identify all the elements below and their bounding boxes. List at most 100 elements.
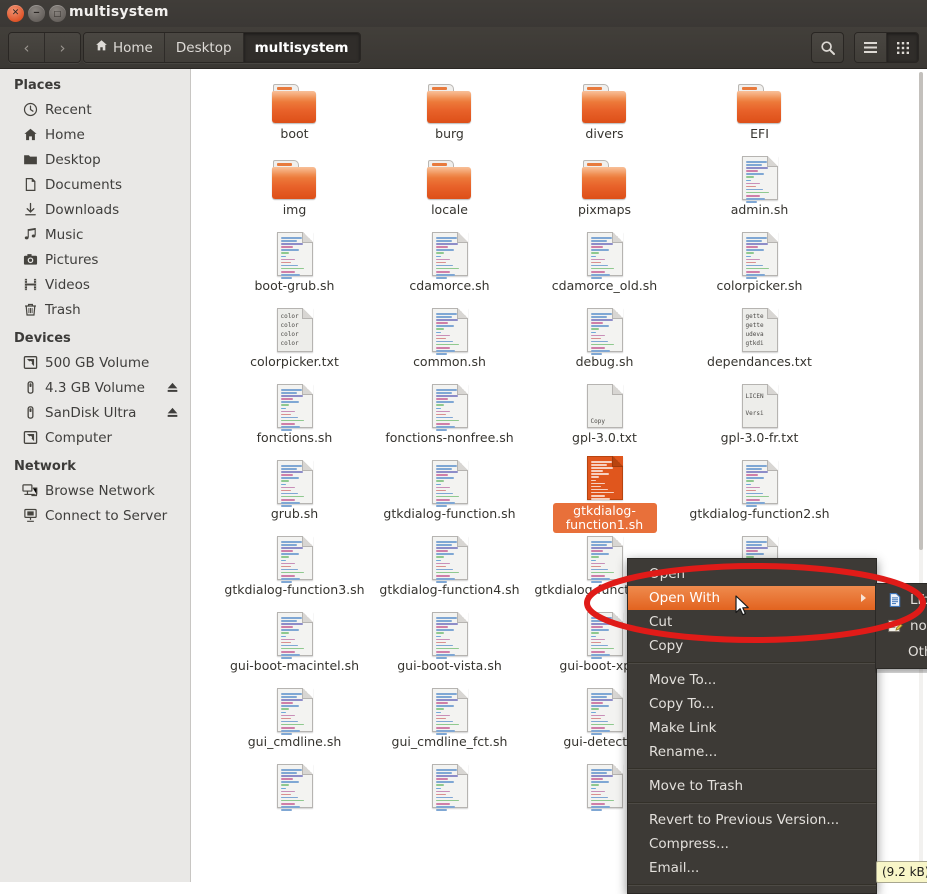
context-menu-item-revert-to-previous-version[interactable]: Revert to Previous Version... <box>628 808 876 832</box>
sidebar-item-sandisk-ultra[interactable]: SanDisk Ultra <box>0 400 190 425</box>
file-item[interactable]: boot <box>217 76 372 152</box>
sidebar-item-browse-network[interactable]: Browse Network <box>0 478 190 503</box>
sidebar-item-computer[interactable]: Computer <box>0 425 190 450</box>
minimize-icon[interactable]: ‒ <box>28 5 45 22</box>
sidebar-item-recent[interactable]: Recent <box>0 97 190 122</box>
file-name-label: gpl-3.0.txt <box>572 430 637 445</box>
script-file-icon <box>431 456 468 507</box>
file-item-partial[interactable] <box>372 760 527 836</box>
sidebar-item-label: Videos <box>45 276 90 293</box>
download-icon <box>22 202 38 218</box>
submenu-item-other-application[interactable]: Other Application... <box>876 639 927 665</box>
file-name-label: gui_cmdline_fct.sh <box>391 734 508 749</box>
close-icon[interactable]: ✕ <box>7 5 24 22</box>
context-menu-item-open-with[interactable]: Open With <box>628 586 876 610</box>
context-menu-item-label: Make Link <box>649 720 717 736</box>
sidebar-item-videos[interactable]: Videos <box>0 272 190 297</box>
file-item-partial[interactable] <box>217 760 372 836</box>
file-item[interactable]: gtkdialog-function2.sh <box>682 456 837 532</box>
text-file-icon: gette gette udeva gtkdi <box>741 304 778 352</box>
file-item[interactable]: pixmaps <box>527 152 682 228</box>
context-menu-item-label: Move To... <box>649 672 717 688</box>
file-item[interactable]: cdamorce.sh <box>372 228 527 304</box>
file-item[interactable]: fonctions-nonfree.sh <box>372 380 527 456</box>
submenu-item-notepad[interactable]: notepad <box>876 613 927 639</box>
file-item[interactable]: gui_cmdline_fct.sh <box>372 684 527 760</box>
context-menu-item-cut[interactable]: Cut <box>628 610 876 634</box>
vertical-scrollbar-thumb[interactable] <box>919 72 923 550</box>
sidebar-item-connect-to-server[interactable]: Connect to Server <box>0 503 190 528</box>
sidebar-item-label: Desktop <box>45 151 101 168</box>
search-icon[interactable] <box>811 32 844 63</box>
breadcrumb-item-multisystem[interactable]: multisystem <box>242 33 360 62</box>
context-menu-item-email[interactable]: Email... <box>628 856 876 880</box>
sidebar-item-trash[interactable]: Trash <box>0 297 190 322</box>
sidebar-item-documents[interactable]: Documents <box>0 172 190 197</box>
script-file-icon <box>276 380 313 431</box>
file-item[interactable]: gui-boot-vista.sh <box>372 608 527 684</box>
file-item[interactable]: locale <box>372 152 527 228</box>
file-item[interactable]: Copy gpl-3.0.txt <box>527 380 682 456</box>
context-menu[interactable]: Open Open With Cut Copy Move To... Copy To...… <box>627 558 877 894</box>
file-item[interactable]: debug.sh <box>527 304 682 380</box>
file-item[interactable]: gtkdialog-function4.sh <box>372 532 527 608</box>
grid-view-icon[interactable] <box>886 33 918 62</box>
document-blue-icon <box>886 592 903 609</box>
context-menu-item-copy-to[interactable]: Copy To... <box>628 692 876 716</box>
context-menu-item-move-to[interactable]: Move To... <box>628 668 876 692</box>
file-item[interactable]: boot-grub.sh <box>217 228 372 304</box>
context-menu-item-move-to-trash[interactable]: Move to Trash <box>628 774 876 798</box>
context-menu-item-make-link[interactable]: Make Link <box>628 716 876 740</box>
list-view-icon[interactable] <box>855 33 886 62</box>
context-menu-item-label: Email... <box>649 860 700 876</box>
file-item[interactable]: gui_cmdline.sh <box>217 684 372 760</box>
home-icon <box>22 127 38 143</box>
file-item[interactable]: gtkdialog-function1.sh <box>527 456 682 533</box>
file-name-label: burg <box>435 126 464 141</box>
submenu-item-libreoffice-writer[interactable]: LibreOffice Writer <box>876 587 927 613</box>
file-item[interactable]: gette gette udeva gtkdi dependances.txt <box>682 304 837 380</box>
back-button[interactable]: ‹ <box>9 33 44 62</box>
context-menu-item-rename[interactable]: Rename... <box>628 740 876 764</box>
file-item[interactable]: gui-boot-macintel.sh <box>217 608 372 684</box>
file-item[interactable]: common.sh <box>372 304 527 380</box>
breadcrumb-item-desktop[interactable]: Desktop <box>163 33 243 62</box>
context-menu-item-compress[interactable]: Compress... <box>628 832 876 856</box>
file-name-label: admin.sh <box>730 202 789 217</box>
sidebar-item-500-gb-volume[interactable]: 500 GB Volume <box>0 350 190 375</box>
file-item[interactable]: grub.sh <box>217 456 372 532</box>
sidebar-item-downloads[interactable]: Downloads <box>0 197 190 222</box>
file-item[interactable]: color color color color colorpicker.txt <box>217 304 372 380</box>
sidebar-item-label: Downloads <box>45 201 120 218</box>
sidebar-section-title: Devices <box>14 331 71 346</box>
sidebar-item-pictures[interactable]: Pictures <box>0 247 190 272</box>
sidebar-item-home[interactable]: Home <box>0 122 190 147</box>
script-file-icon <box>586 228 623 279</box>
file-item[interactable]: divers <box>527 76 682 152</box>
eject-icon[interactable] <box>166 381 178 393</box>
clock-icon <box>22 102 38 118</box>
file-item[interactable]: colorpicker.sh <box>682 228 837 304</box>
camera-icon <box>22 252 38 268</box>
forward-button[interactable]: › <box>44 33 80 62</box>
context-menu-item-open[interactable]: Open <box>628 562 876 586</box>
file-item[interactable]: EFI <box>682 76 837 152</box>
file-item[interactable]: burg <box>372 76 527 152</box>
file-item[interactable]: LICEN Versi gpl-3.0-fr.txt <box>682 380 837 456</box>
file-item[interactable]: gtkdialog-function3.sh <box>217 532 372 608</box>
file-item[interactable]: cdamorce_old.sh <box>527 228 682 304</box>
breadcrumb-item-home[interactable]: Home <box>84 33 164 62</box>
maximize-icon[interactable]: □ <box>49 5 66 22</box>
context-menu-item-copy[interactable]: Copy <box>628 634 876 658</box>
sidebar-item-desktop[interactable]: Desktop <box>0 147 190 172</box>
eject-icon[interactable] <box>166 406 178 418</box>
file-item[interactable]: gtkdialog-function.sh <box>372 456 527 532</box>
folder-icon <box>271 76 318 124</box>
open-with-submenu[interactable]: LibreOffice Writer notepad Other Applicati… <box>875 583 927 669</box>
file-item[interactable]: admin.sh <box>682 152 837 228</box>
server-icon <box>22 508 38 524</box>
sidebar-item-4-3-gb-volume[interactable]: 4.3 GB Volume <box>0 375 190 400</box>
file-item[interactable]: img <box>217 152 372 228</box>
file-item[interactable]: fonctions.sh <box>217 380 372 456</box>
sidebar-item-music[interactable]: Music <box>0 222 190 247</box>
